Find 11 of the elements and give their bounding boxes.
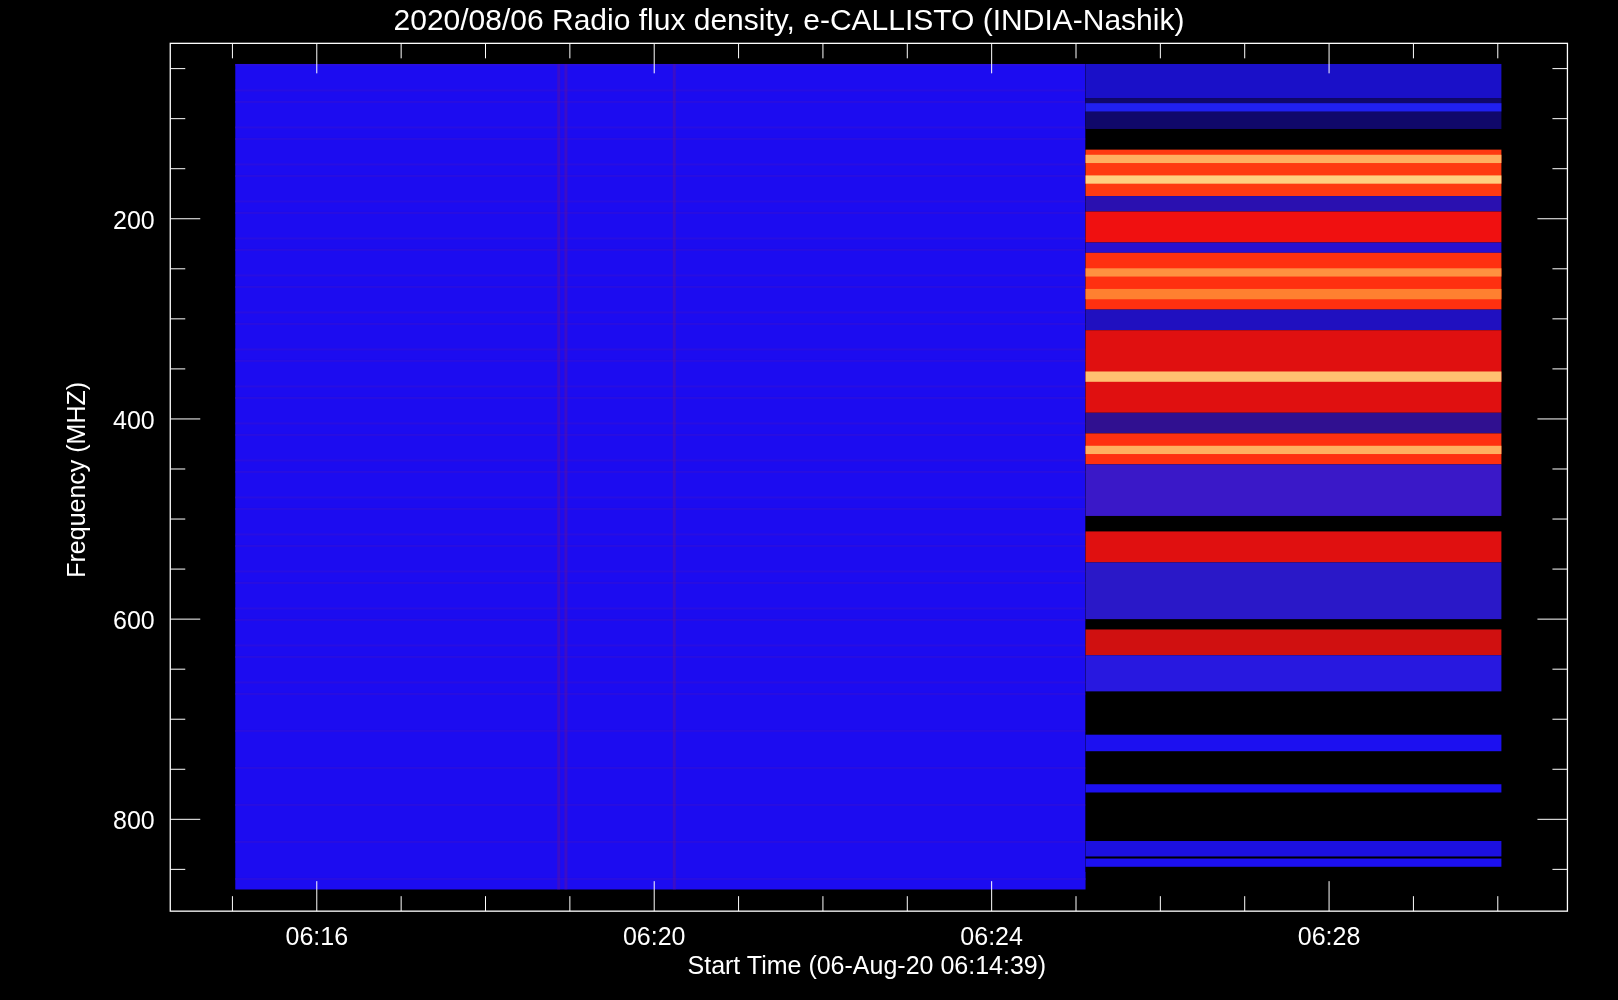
y-tick-label: 200 [113,205,155,234]
x-tick-label: 06:20 [622,922,686,951]
y-axis-label: Frequency (MHZ) [61,381,90,578]
x-tick-label: 06:28 [1297,922,1361,951]
x-axis-label: Start Time (06-Aug-20 06:14:39) [687,951,1047,980]
y-tick-label: 800 [113,806,155,835]
y-tick-label: 600 [113,606,155,635]
x-tick-label: 06:24 [960,922,1023,951]
y-tick-label: 400 [113,405,155,434]
x-tick-label: 06:16 [285,922,349,951]
chart-title: 2020/08/06 Radio flux density, e-CALLISTO (INDIA-Nashik) [393,3,1185,36]
